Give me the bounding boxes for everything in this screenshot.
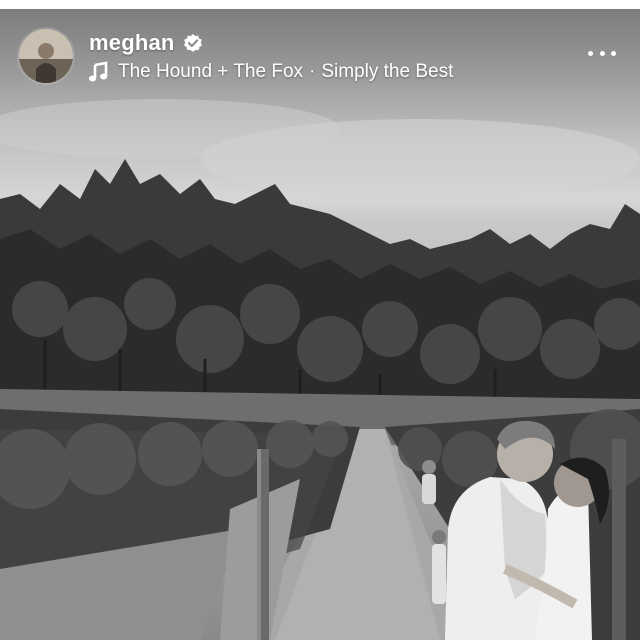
avatar-picture xyxy=(19,29,73,83)
post-frame: meghan The Hound + The Fox · Simply the … xyxy=(0,0,640,640)
username[interactable]: meghan xyxy=(89,30,175,56)
more-dot-icon xyxy=(588,50,593,56)
post-photo[interactable] xyxy=(0,9,640,640)
audio-track[interactable]: The Hound + The Fox · Simply the Best xyxy=(88,59,453,85)
profile-avatar[interactable] xyxy=(19,29,73,83)
username-row: meghan xyxy=(89,29,203,57)
post-header: meghan The Hound + The Fox · Simply the … xyxy=(0,9,640,99)
more-dot-icon xyxy=(611,50,616,56)
more-options-button[interactable] xyxy=(584,41,620,65)
music-note-icon xyxy=(88,61,108,83)
audio-title: Simply the Best xyxy=(321,61,454,82)
verified-badge-icon xyxy=(183,33,203,53)
vineyard-photo-art xyxy=(0,99,640,640)
audio-separator: · xyxy=(309,61,316,82)
more-dot-icon xyxy=(599,50,605,56)
top-divider xyxy=(0,0,640,9)
audio-label: The Hound + The Fox · Simply the Best xyxy=(118,61,453,83)
audio-artist: The Hound + The Fox xyxy=(118,61,304,82)
